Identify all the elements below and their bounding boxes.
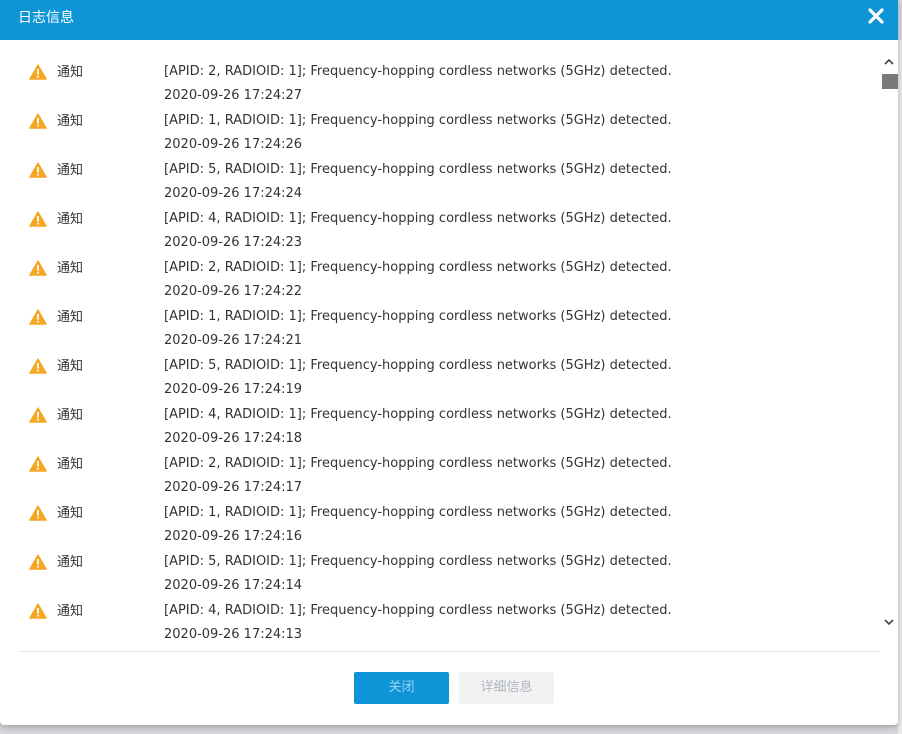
warning-icon <box>29 64 47 80</box>
log-message: [APID: 1, RADIOID: 1]; Frequency-hopping… <box>164 505 672 520</box>
log-level-label: 通知 <box>57 408 84 423</box>
log-message: [APID: 2, RADIOID: 1]; Frequency-hopping… <box>164 64 672 79</box>
detail-info-button[interactable]: 详细信息 <box>459 672 554 704</box>
chevron-down-icon[interactable] <box>882 614 896 628</box>
vertical-scrollbar[interactable] <box>880 52 898 630</box>
log-entry: 通知 [APID: 1, RADIOID: 1]; Frequency-hoppi… <box>0 285 880 348</box>
log-entry: 通知 [APID: 5, RADIOID: 1]; Frequency-hoppi… <box>0 530 880 593</box>
log-entry: 通知 [APID: 2, RADIOID: 1]; Frequency-hoppi… <box>0 432 880 495</box>
warning-icon <box>29 407 47 423</box>
log-level-label: 通知 <box>57 604 84 619</box>
log-message: [APID: 5, RADIOID: 1]; Frequency-hopping… <box>164 358 672 373</box>
log-entry: 通知 [APID: 5, RADIOID: 1]; Frequency-hoppi… <box>0 138 880 201</box>
log-message: [APID: 4, RADIOID: 1]; Frequency-hopping… <box>164 211 672 226</box>
log-entry: 通知 [APID: 2, RADIOID: 1]; Frequency-hoppi… <box>0 236 880 299</box>
log-message: [APID: 5, RADIOID: 1]; Frequency-hopping… <box>164 162 672 177</box>
warning-icon <box>29 554 47 570</box>
log-level-label: 通知 <box>57 555 84 570</box>
warning-icon <box>29 358 47 374</box>
log-info-dialog: 日志信息 通知 [APID: 2, RADIOID: 1]; Frequency-… <box>0 0 898 725</box>
warning-icon <box>29 309 47 325</box>
log-list: 通知 [APID: 2, RADIOID: 1]; Frequency-hoppi… <box>0 40 880 650</box>
close-x-icon[interactable] <box>864 4 888 28</box>
warning-icon <box>29 260 47 276</box>
warning-icon <box>29 113 47 129</box>
dialog-title: 日志信息 <box>18 10 74 26</box>
log-level-label: 通知 <box>57 65 84 80</box>
log-entry: 通知 [APID: 4, RADIOID: 1]; Frequency-hoppi… <box>0 579 880 642</box>
dialog-titlebar: 日志信息 <box>0 0 898 40</box>
log-entry: 通知 [APID: 2, RADIOID: 1]; Frequency-hoppi… <box>0 40 880 103</box>
log-entry: 通知 [APID: 1, RADIOID: 1]; Frequency-hoppi… <box>0 481 880 544</box>
log-entry: 通知 [APID: 4, RADIOID: 1]; Frequency-hoppi… <box>0 383 880 446</box>
log-level-label: 通知 <box>57 359 84 374</box>
log-level-label: 通知 <box>57 457 84 472</box>
log-level-label: 通知 <box>57 261 84 276</box>
scrollbar-thumb[interactable] <box>882 74 898 89</box>
warning-icon <box>29 456 47 472</box>
warning-icon <box>29 505 47 521</box>
log-level-label: 通知 <box>57 310 84 325</box>
footer-divider <box>18 651 879 652</box>
log-level-label: 通知 <box>57 114 84 129</box>
log-message: [APID: 4, RADIOID: 1]; Frequency-hopping… <box>164 603 672 618</box>
log-message: [APID: 2, RADIOID: 1]; Frequency-hopping… <box>164 456 672 471</box>
log-message: [APID: 1, RADIOID: 1]; Frequency-hopping… <box>164 113 672 128</box>
log-level-label: 通知 <box>57 163 84 178</box>
close-button[interactable]: 关闭 <box>354 672 449 704</box>
chevron-up-icon[interactable] <box>882 54 896 68</box>
log-entry: 通知 [APID: 1, RADIOID: 1]; Frequency-hoppi… <box>0 89 880 152</box>
warning-icon <box>29 162 47 178</box>
log-message: [APID: 2, RADIOID: 1]; Frequency-hopping… <box>164 260 672 275</box>
log-timestamp: 2020-09-26 17:24:13 <box>164 627 303 642</box>
log-message: [APID: 5, RADIOID: 1]; Frequency-hopping… <box>164 554 672 569</box>
log-entry: 通知 [APID: 5, RADIOID: 1]; Frequency-hoppi… <box>0 334 880 397</box>
background-page-edge <box>898 40 902 734</box>
log-message: [APID: 4, RADIOID: 1]; Frequency-hopping… <box>164 407 672 422</box>
warning-icon <box>29 603 47 619</box>
warning-icon <box>29 211 47 227</box>
log-message: [APID: 1, RADIOID: 1]; Frequency-hopping… <box>164 309 672 324</box>
log-level-label: 通知 <box>57 212 84 227</box>
log-entry: 通知 [APID: 4, RADIOID: 1]; Frequency-hoppi… <box>0 187 880 250</box>
log-level-label: 通知 <box>57 506 84 521</box>
